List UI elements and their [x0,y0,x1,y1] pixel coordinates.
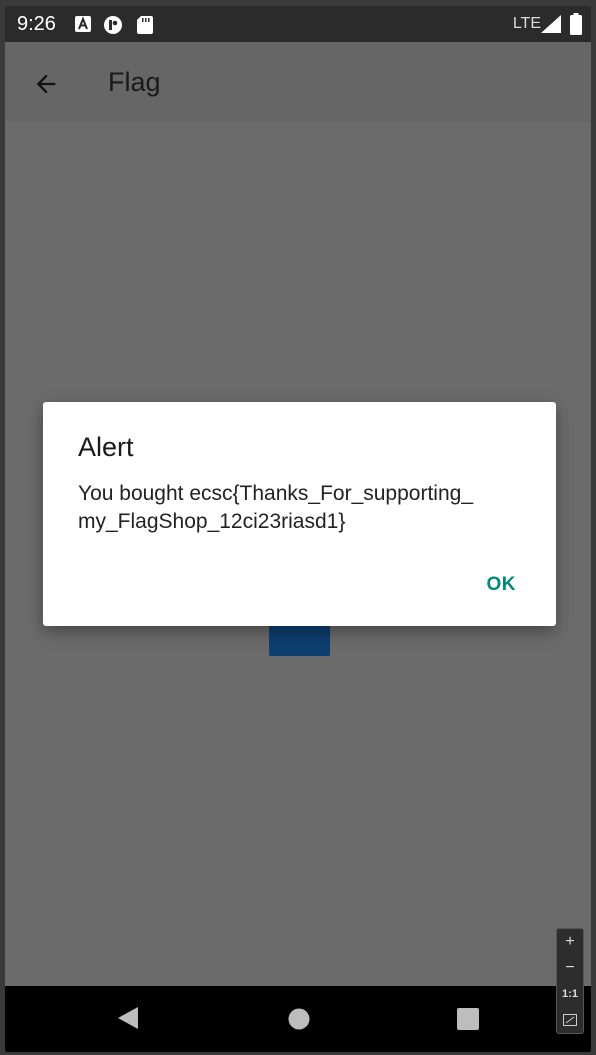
dialog-message-line-2: my_FlagShop_12ci23riasd1} [78,510,346,533]
zoom-ratio-button[interactable]: 1:1 [557,981,583,1007]
battery-icon [570,13,582,35]
zoom-in-button[interactable]: + [557,929,583,955]
phone-screen: 9:26 LTE Flag Alert You bought ecsc{Than… [5,6,591,1052]
fit-screen-icon[interactable] [557,1007,583,1033]
app-bar: Flag [5,42,591,122]
arrow-back-icon[interactable] [31,70,61,98]
back-triangle-icon[interactable] [117,1006,139,1030]
alert-dialog: Alert You bought ecsc{Thanks_For_support… [43,402,556,626]
status-time: 9:26 [17,13,56,35]
ok-button[interactable]: OK [487,574,517,596]
signal-icon [541,15,561,33]
circle-app-icon [104,16,122,34]
zoom-controls: + − 1:1 [556,928,584,1034]
page-title: Flag [108,67,161,97]
zoom-out-button[interactable]: − [557,955,583,981]
recents-square-icon[interactable] [457,1008,479,1030]
dialog-message-line-1: You bought ecsc{Thanks_For_supporting_ [78,482,474,505]
dialog-title: Alert [78,432,134,462]
status-bar: 9:26 LTE [5,6,591,42]
sd-card-icon [137,16,153,34]
a-notification-icon [75,16,91,32]
dialog-message: You bought ecsc{Thanks_For_supporting_ m… [78,480,518,536]
network-label: LTE [512,15,541,32]
home-circle-icon[interactable] [288,1008,310,1030]
navigation-bar [5,986,591,1052]
